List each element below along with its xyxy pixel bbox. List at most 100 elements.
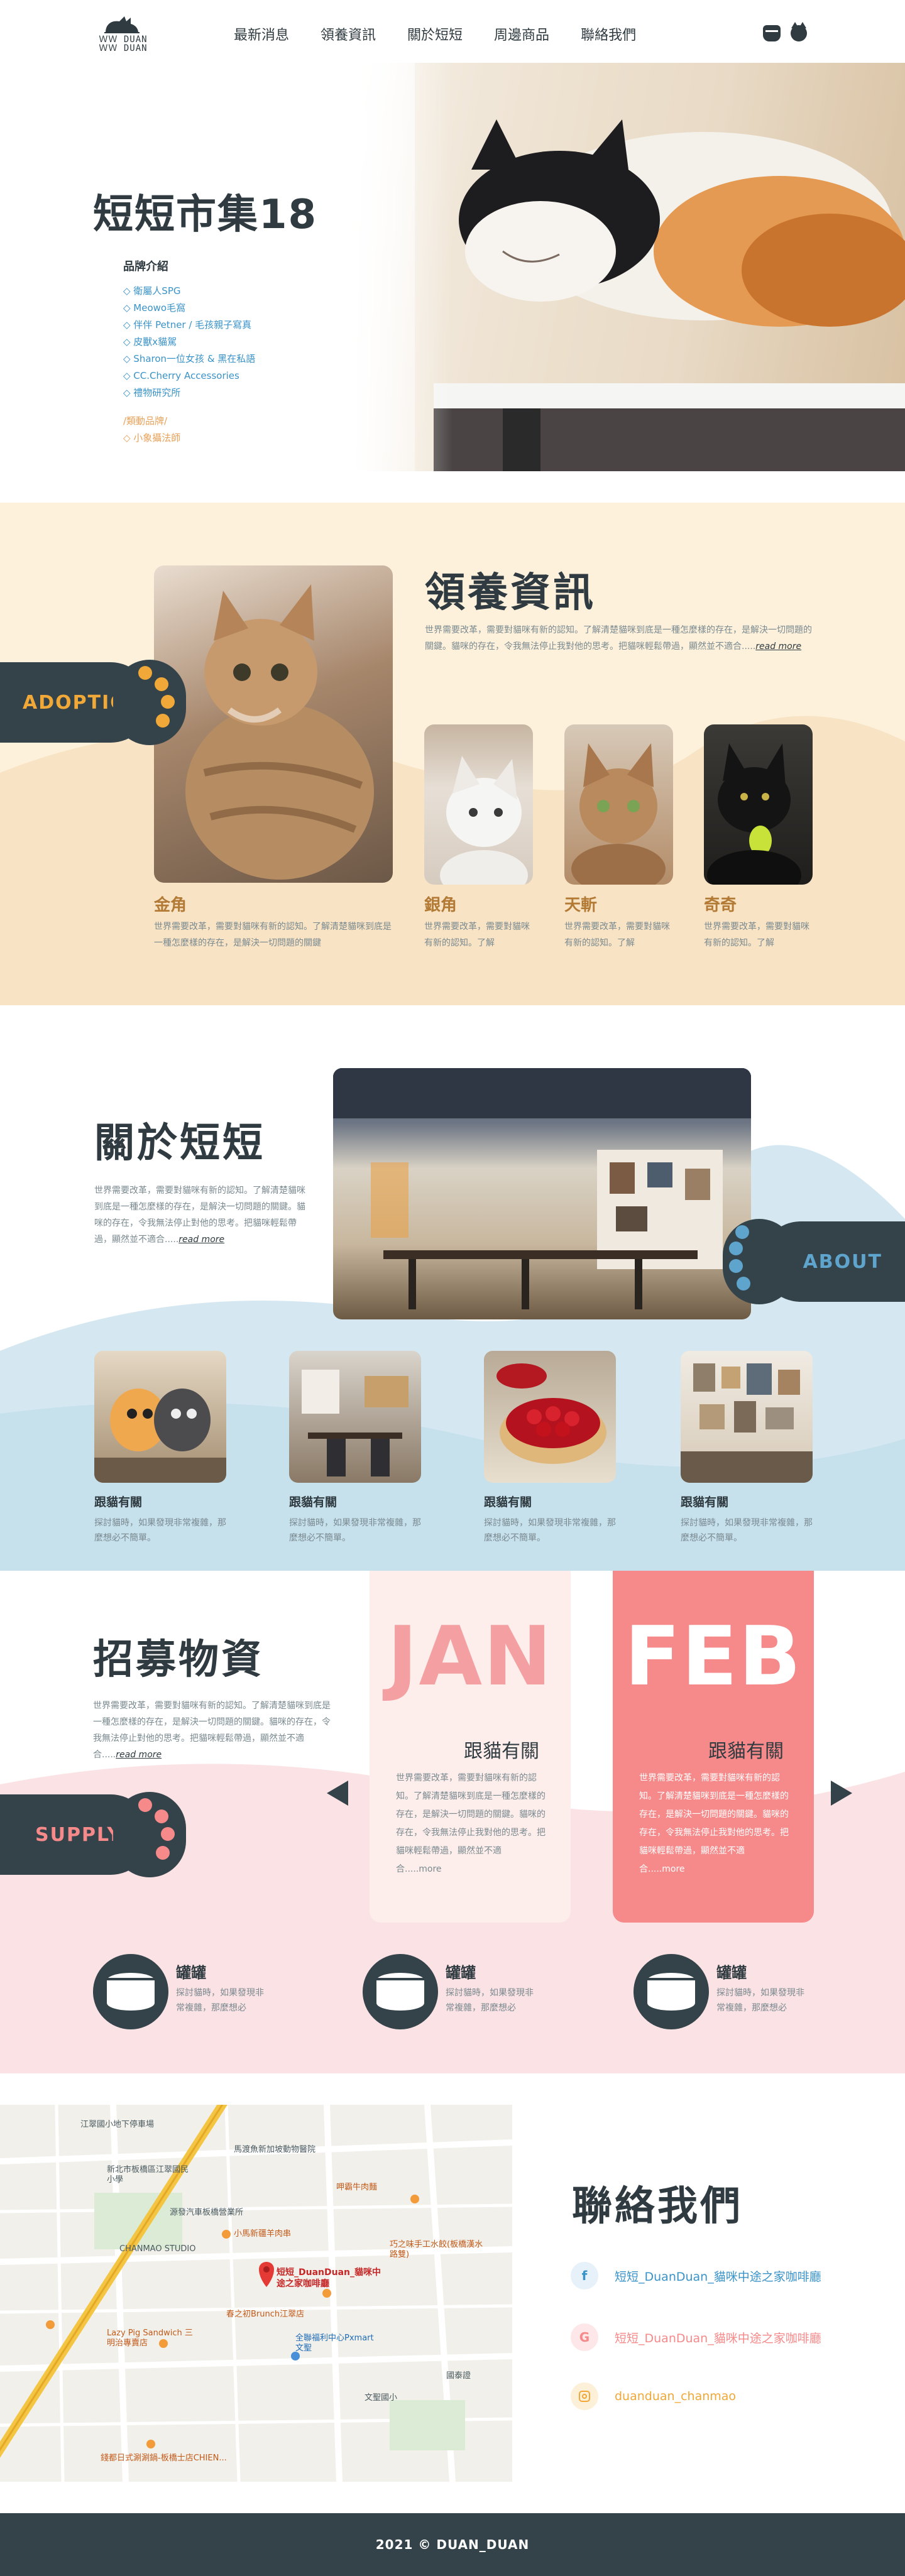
map-label: 春之初Brunch江翠店 (226, 2310, 305, 2319)
about-intro: 世界需要改革，需要對貓咪有新的認知。了解清楚貓咪到底是一種怎麼樣的存在，是解決一… (94, 1186, 305, 1245)
month-label: FEB (624, 1608, 803, 1704)
cat-name: 銀角 (424, 896, 458, 915)
brand-link[interactable]: ◇ Sharon一位女孩 & 黑在私語 (123, 351, 255, 368)
about-photo-2[interactable] (289, 1351, 421, 1483)
month-sub-title: 跟貓有關 (464, 1740, 539, 1762)
brand-link[interactable]: ◇ 伴伴 Petner / 毛孩親子寫真 (123, 317, 255, 334)
cat-photo-tianzhan[interactable] (564, 724, 673, 885)
supply-item-desc: 探討貓時，如果發現非常複雜，那麼想必 (716, 1988, 804, 2013)
supply-section: 招募物資 世界需要改革，需要對貓咪有新的認知。了解清楚貓咪到底是一種怎麼樣的存在… (0, 1571, 905, 2073)
cat-food-can-icon[interactable] (763, 25, 781, 41)
about-card-desc: 探討貓時，如果發現非常複雜，那麼想必不簡單。 (94, 1518, 226, 1543)
brand-list-title: 品牌介紹 (123, 260, 168, 273)
main-nav: 最新消息 領養資訊 關於短短 周邊商品 聯絡我們 (234, 24, 667, 44)
supply-title: 招募物資 (93, 1637, 264, 1683)
adoption-title: 領養資訊 (425, 570, 596, 616)
cat-photo-qiqi[interactable] (704, 724, 813, 885)
paw-toe (155, 677, 168, 691)
cafe-interior-photo[interactable] (333, 1068, 751, 1319)
paw-toe (156, 1846, 170, 1860)
brand-link[interactable]: ◇ 皮獸x貓駕 (123, 334, 255, 351)
map[interactable]: 短短_DuanDuan_貓咪中途之家咖啡廳 江翠國小地下停車場 新北市板橋區江翠… (0, 2105, 512, 2482)
instagram-link[interactable]: duanduan_chanmao (571, 2382, 736, 2410)
paw-toe (138, 1798, 152, 1812)
month-sub-title: 跟貓有關 (708, 1740, 784, 1762)
about-photo-4[interactable] (681, 1351, 813, 1483)
cat-desc: 世界需要改革，需要對貓咪有新的認知。了解 (424, 922, 530, 948)
about-card-desc: 探討貓時，如果發現非常複雜，那麼想必不簡單。 (289, 1518, 421, 1543)
site-header: ＷＷ DUAN ＷＷ DUAN 最新消息 領養資訊 關於短短 周邊商品 聯絡我們 (0, 0, 905, 63)
cat-desc: 世界需要改革，需要對貓咪有新的認知。了解 (564, 922, 670, 948)
adoption-intro: 世界需要改革，需要對貓咪有新的認知。了解清楚貓咪到底是一種怎麼樣的存在，是解決一… (425, 625, 812, 652)
nav-item-about[interactable]: 關於短短 (407, 24, 463, 44)
month-more-link[interactable]: more (419, 1864, 441, 1874)
nav-item-contact[interactable]: 聯絡我們 (581, 24, 636, 44)
supply-tab-label: SUPPLY (35, 1823, 123, 1846)
nav-item-products[interactable]: 周邊商品 (494, 24, 549, 44)
instagram-label: duanduan_chanmao (615, 2389, 737, 2403)
paw-toe (138, 666, 152, 680)
street-map (0, 2105, 512, 2482)
supply-item-desc: 探討貓時，如果發現非常複雜，那麼想必 (446, 1988, 534, 2013)
supply-item-title: 罐罐 (446, 1964, 476, 1982)
photo-wall-illustration (681, 1363, 813, 1483)
map-pin-label: 短短_DuanDuan_貓咪中途之家咖啡廳 (277, 2268, 381, 2289)
facebook-icon: f (571, 2262, 598, 2289)
supply-item-title: 罐罐 (716, 1964, 747, 1982)
map-label: 巧之味手工水餃(板橋漢水路雙) (390, 2240, 483, 2259)
brand-link[interactable]: ◇ Meowo毛窩 (123, 300, 255, 317)
facebook-label: 短短_DuanDuan_貓咪中途之家咖啡廳 (615, 2269, 821, 2284)
paw-toe (161, 695, 175, 709)
brand-link[interactable]: ◇ CC.Cherry Accessories (123, 368, 255, 385)
hero-banner: 短短市集18 品牌介紹 ◇ 衛屬人SPG ◇ Meowo毛窩 ◇ 伴伴 Petn… (0, 63, 905, 471)
supply-intro: 世界需要改革，需要對貓咪有新的認知。了解清楚貓咪到底是一種怎麼樣的存在，是解決一… (93, 1701, 331, 1760)
nav-item-adoption[interactable]: 領養資訊 (321, 24, 376, 44)
cat-name: 奇奇 (704, 896, 737, 915)
month-card-feb[interactable]: FEB 跟貓有關 世界需要改革，需要對貓咪有新的認知。了解清楚貓咪到底是一種怎麼… (613, 1571, 814, 1923)
adoption-main-cat-photo[interactable] (154, 565, 393, 883)
about-card-desc: 探討貓時，如果發現非常複雜，那麼想必不簡單。 (681, 1518, 813, 1543)
map-label: 呷霸牛肉麵 (336, 2183, 378, 2192)
about-photo-3[interactable] (484, 1351, 616, 1483)
black-cat-illustration (707, 743, 801, 885)
cat-logo-icon (104, 16, 140, 33)
instagram-icon (571, 2382, 598, 2410)
paw-toe (735, 1225, 749, 1239)
supply-item-title: 罐罐 (176, 1964, 206, 1982)
cat-face-icon[interactable] (791, 22, 807, 41)
facebook-link[interactable]: f 短短_DuanDuan_貓咪中途之家咖啡廳 (571, 2262, 821, 2289)
read-more-link[interactable]: read more (755, 641, 801, 652)
site-footer: 2021 © DUAN_DUAN (0, 2513, 905, 2576)
cafe-interior-illustration (333, 1068, 751, 1309)
read-more-link[interactable]: read more (178, 1235, 224, 1245)
paw-icon (113, 1792, 186, 1877)
month-card-jan[interactable]: JAN 跟貓有關 世界需要改革，需要對貓咪有新的認知。了解清楚貓咪到底是一種怎麼… (370, 1571, 571, 1923)
about-card-title: 跟貓有關 (484, 1495, 532, 1509)
read-more-link[interactable]: read more (116, 1750, 162, 1760)
about-card-title: 跟貓有關 (289, 1495, 337, 1509)
cat-can-icon (634, 1954, 709, 2029)
prev-arrow-icon[interactable] (327, 1781, 348, 1806)
tabby-cat-illustration (185, 584, 374, 880)
map-label: CHANMAO STUDIO (119, 2244, 196, 2254)
cat-mural-illustration (94, 1389, 226, 1483)
map-label: 源發汽車板橋營業所 (170, 2208, 244, 2217)
paw-toe (156, 714, 170, 728)
next-arrow-icon[interactable] (831, 1781, 852, 1806)
month-label: JAN (387, 1608, 553, 1704)
paw-toe (729, 1242, 743, 1255)
about-section: 關於短短 世界需要改革，需要對貓咪有新的認知。了解清楚貓咪到底是一種怎麼樣的存在… (0, 1005, 905, 1571)
brand-sub-link[interactable]: ◇ 小象攝法師 (123, 430, 255, 447)
nav-item-news[interactable]: 最新消息 (234, 24, 289, 44)
about-photo-1[interactable] (94, 1351, 226, 1483)
paw-toe (155, 1809, 168, 1823)
logo-text-top: ＷＷ DUAN (99, 35, 148, 45)
logo[interactable]: ＷＷ DUAN ＷＷ DUAN (94, 14, 152, 57)
cat-photo-silver[interactable] (424, 724, 533, 885)
cat-desc: 世界需要改革，需要對貓咪有新的認知。了解清楚貓咪到底是一種怎麼樣的存在，是解決一… (154, 922, 392, 948)
cat-name: 天斬 (564, 896, 598, 915)
brand-link[interactable]: ◇ 衛屬人SPG (123, 283, 255, 300)
month-more-link[interactable]: more (662, 1864, 684, 1874)
brand-link[interactable]: ◇ 禮物研究所 (123, 385, 255, 401)
google-link[interactable]: G 短短_DuanDuan_貓咪中途之家咖啡廳 (571, 2323, 821, 2351)
